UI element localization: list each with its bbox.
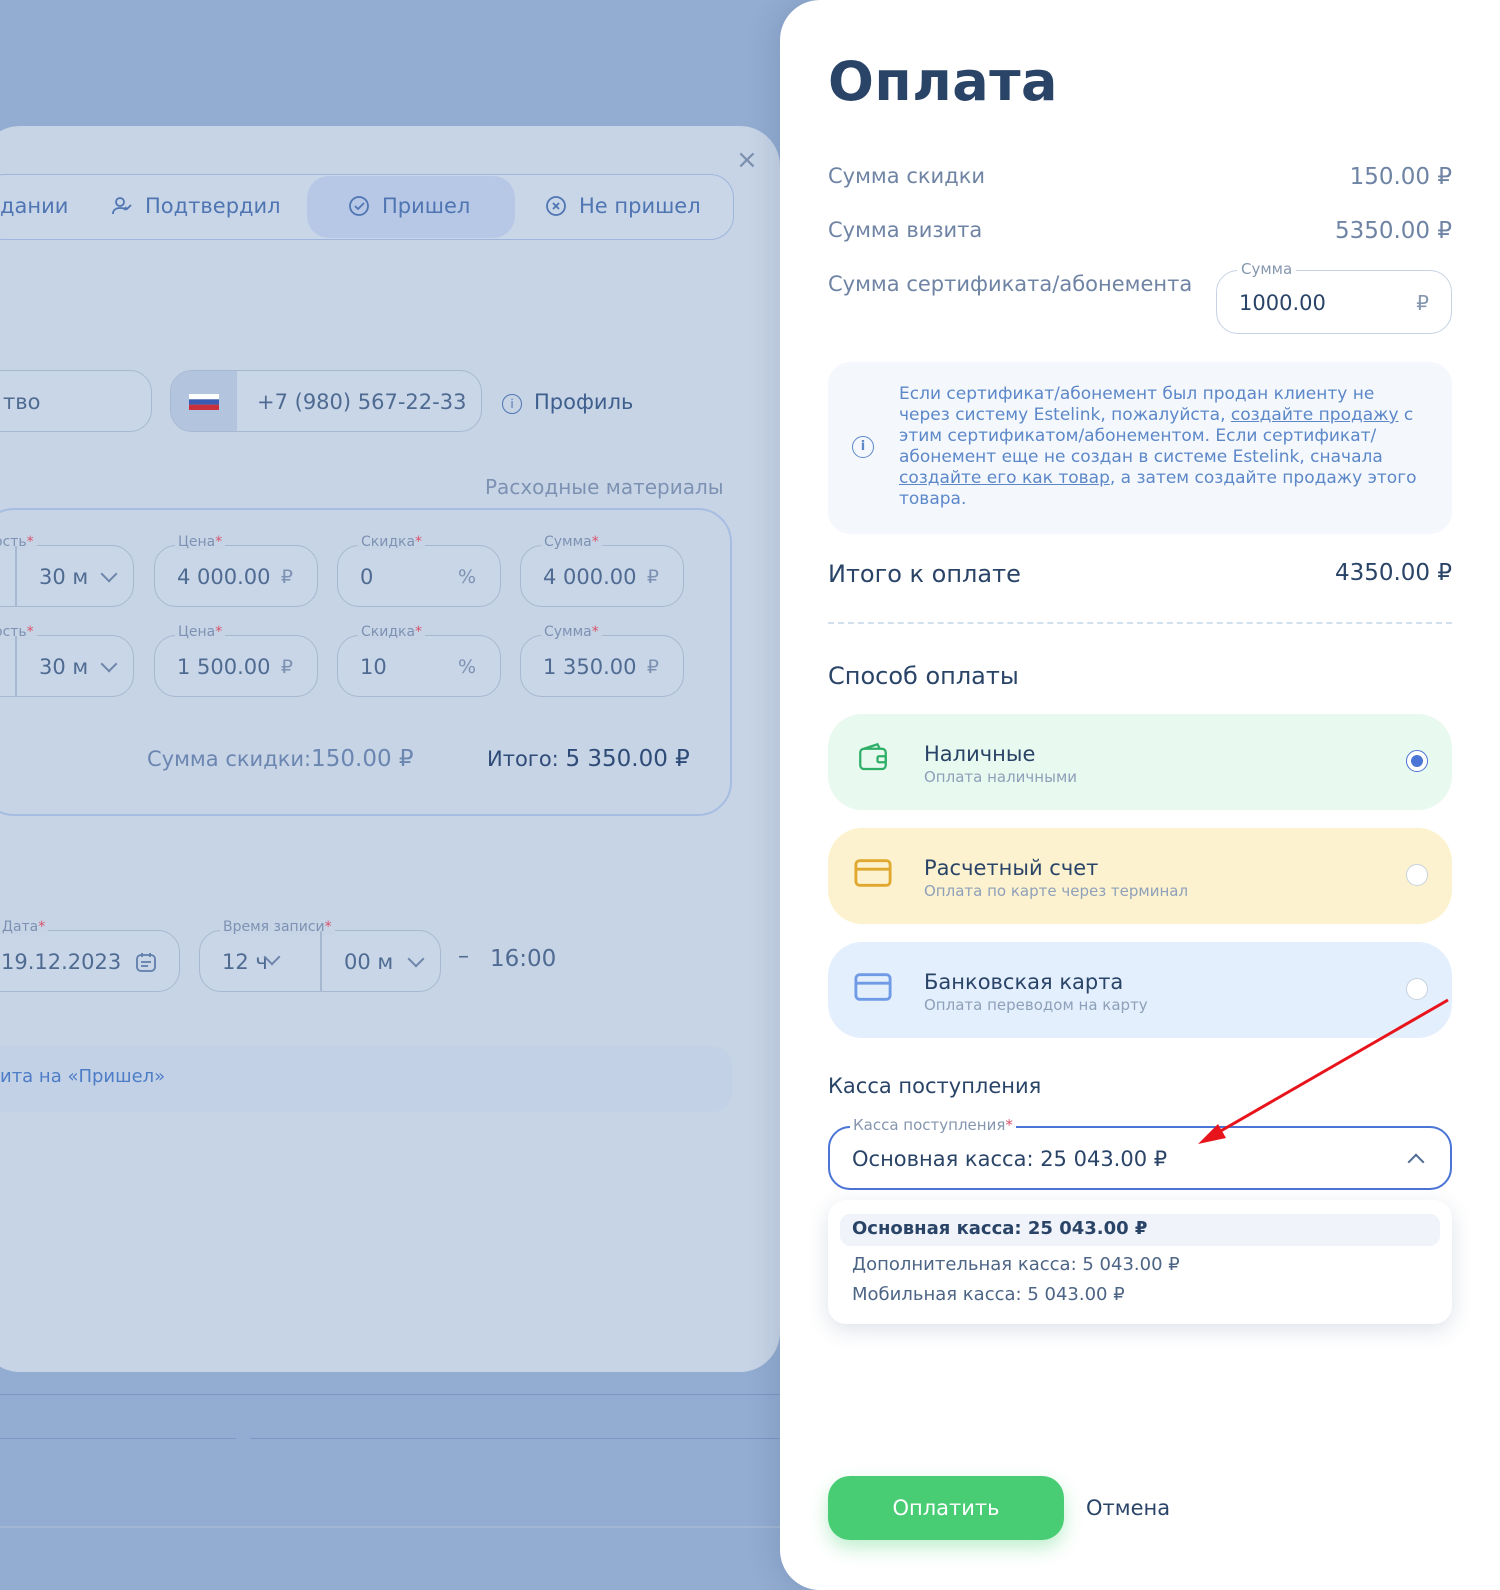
radio-terminal[interactable] [1406,864,1428,886]
duration-field-2[interactable]: ость* 30 м [0,624,134,697]
status-hint: ита на «Пришел» [0,1066,166,1087]
info-icon: i [852,436,874,458]
cashbox-dropdown: Основная касса: 25 043.00 ₽ Дополнительн… [828,1200,1452,1324]
chevron-up-icon [1407,1153,1425,1171]
payment-option-bank-card[interactable]: Банковская карта Оплата переводом на кар… [828,942,1452,1038]
tab-confirmed[interactable]: Подтвердил [111,174,281,238]
price-field-1[interactable]: Цена* 4 000.00 ₽ [154,534,318,607]
certificate-amount-input[interactable]: Сумма 1000.00 ₽ [1216,260,1452,334]
cancel-button[interactable]: Отмена [1086,1476,1170,1540]
discount-total: Сумма скидки:150.00 ₽ [147,746,414,772]
cashbox-select[interactable]: Касса поступления* Основная касса: 25 04… [828,1116,1452,1190]
chevron-down-icon [100,655,118,673]
chevron-down-icon [100,565,118,583]
sum-field-2[interactable]: Сумма* 1 350.00 ₽ [520,624,684,697]
duration-field-1[interactable]: ость* 30 м [0,534,134,607]
x-circle-icon [546,196,566,216]
client-name-field[interactable]: тво [0,370,152,432]
flag-ru-icon [189,394,219,410]
payment-option-terminal[interactable]: Расчетный счет Оплата по карте через тер… [828,828,1452,924]
wallet-icon [859,742,887,771]
visit-label: Сумма визита [828,218,983,242]
total-value: 4350.00 ₽ [1334,560,1452,586]
create-sale-link[interactable]: создайте продажу [1231,405,1399,425]
phone-field[interactable]: +7 (980) 567-22-33 [170,370,482,432]
cashbox-option-additional[interactable]: Дополнительная касса: 5 043.00 ₽ [852,1254,1180,1275]
calendar-icon [136,953,156,972]
pay-button[interactable]: Оплатить [828,1476,1064,1540]
info-text: Если сертификат/абонемент был продан кли… [899,384,1417,509]
payment-option-cash[interactable]: Наличные Оплата наличными [828,714,1452,810]
payment-panel: Оплата Сумма скидки 150.00 ₽ Сумма визит… [780,0,1500,1590]
close-icon[interactable]: × [736,147,758,173]
discount-label: Сумма скидки [828,164,986,188]
cashbox-title: Касса поступления [828,1074,1042,1098]
time-field[interactable]: Время записи* 12 ч 00 м [199,919,441,992]
total-label: Итого к оплате [828,560,1021,588]
cashbox-option-mobile[interactable]: Мобильная касса: 5 043.00 ₽ [852,1284,1125,1305]
country-selector[interactable] [171,371,237,431]
divider [828,622,1452,624]
bank-card-icon [854,973,892,1001]
discount-value: 150.00 ₽ [1349,164,1452,190]
radio-bank-card[interactable] [1406,978,1428,1000]
user-check-icon [112,197,132,215]
check-circle-icon [349,196,369,216]
tab-not-arrived[interactable]: Не пришел [545,174,701,238]
create-product-link[interactable]: создайте его как товар [899,468,1110,488]
card-icon [854,859,892,887]
sum-field-1[interactable]: Сумма* 4 000.00 ₽ [520,534,684,607]
tab-arrived[interactable]: Пришел [348,174,470,238]
tab-waiting[interactable]: дании [0,174,68,238]
radio-cash[interactable] [1406,750,1428,772]
profile-link[interactable]: i Профиль [502,390,633,414]
cashbox-option-main[interactable]: Основная касса: 25 043.00 ₽ [852,1218,1147,1239]
price-field-2[interactable]: Цена* 1 500.00 ₽ [154,624,318,697]
payment-method-title: Способ оплаты [828,662,1019,690]
certificate-info-box: i Если сертификат/абонемент был продан к… [828,362,1452,534]
consumables-label: Расходные материалы [485,475,724,499]
chevron-down-icon [407,950,425,968]
background-table-lines [0,1370,790,1570]
page-title: Оплата [828,50,1058,113]
end-time: 16:00 [490,946,557,972]
discount-field-2[interactable]: Скидка* 10 % [337,624,501,697]
date-field[interactable]: Дата* 19.12.2023 [0,919,180,992]
certificate-label: Сумма сертификата/абонемента [828,272,1193,296]
services-total: Итого: 5 350.00 ₽ [487,746,690,772]
visit-value: 5350.00 ₽ [1334,218,1452,244]
info-icon: i [502,394,522,414]
discount-field-1[interactable]: Скидка* 0 % [337,534,501,607]
